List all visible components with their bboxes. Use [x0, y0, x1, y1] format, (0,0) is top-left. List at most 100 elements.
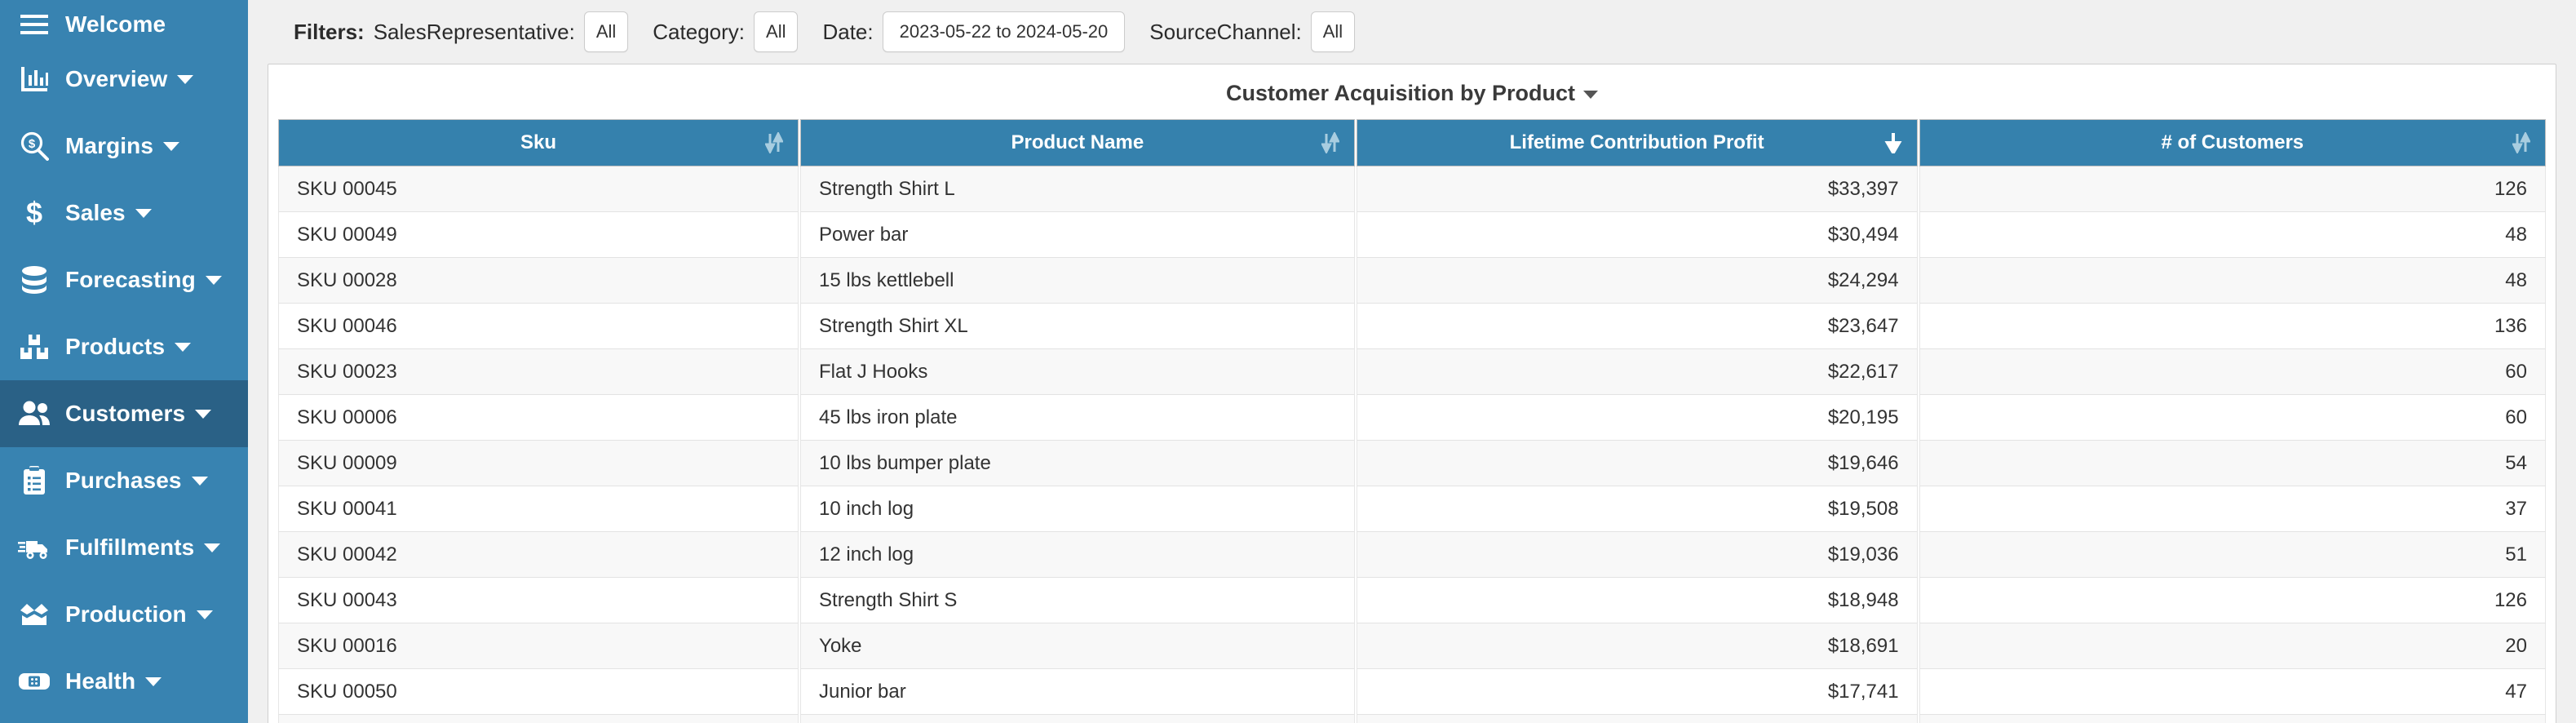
- chevron-down-icon[interactable]: [204, 543, 220, 552]
- sidebar-item-fulfillments[interactable]: Fulfillments: [0, 514, 248, 581]
- sidebar-item-production[interactable]: Production: [0, 581, 248, 648]
- table-row[interactable]: SKU 00046Strength Shirt XL$23,647136: [278, 304, 2546, 349]
- table-row[interactable]: SKU 0002815 lbs kettlebell$24,29448: [278, 258, 2546, 304]
- column-header-num-customers[interactable]: # of Customers: [1919, 119, 2546, 166]
- column-header-sku[interactable]: Sku: [278, 119, 799, 166]
- cell-num-customers: 136: [1919, 304, 2546, 349]
- sort-both-icon[interactable]: [1321, 132, 1339, 153]
- cell-sku: SKU 00043: [278, 578, 799, 623]
- band-aid-icon: [18, 665, 51, 698]
- cell-num-customers: 60: [1919, 349, 2546, 395]
- chevron-down-icon[interactable]: [163, 142, 179, 151]
- filters-title: Filters:: [294, 20, 365, 45]
- cell-lifetime-contribution-profit: $24,294: [1357, 258, 1918, 304]
- cell-product-name: 12 inch log: [800, 532, 1355, 578]
- sidebar-item-label: Overview: [65, 66, 167, 92]
- cell-lifetime-contribution-profit: $19,646: [1357, 441, 1918, 486]
- chevron-down-icon[interactable]: [192, 477, 208, 486]
- table-row[interactable]: SKU 00050Junior bar$17,74147: [278, 669, 2546, 715]
- sidebar-item-label: Products: [65, 334, 165, 360]
- table-row[interactable]: SKU 00016Yoke$18,69120: [278, 623, 2546, 669]
- sidebar-item-label: Sales: [65, 200, 126, 226]
- page-title[interactable]: Customer Acquisition by Product: [268, 64, 2556, 119]
- chevron-down-icon[interactable]: [135, 209, 152, 218]
- chevron-down-icon[interactable]: [1583, 91, 1598, 99]
- sidebar-brand[interactable]: Welcome: [0, 0, 248, 46]
- column-header-lifetime-contribution-profit[interactable]: Lifetime Contribution Profit: [1357, 119, 1918, 166]
- customer-acquisition-table: Sku Product Name: [277, 119, 2547, 723]
- cell-sku: SKU 00009: [278, 441, 799, 486]
- cell-lifetime-contribution-profit: $19,508: [1357, 486, 1918, 532]
- chevron-down-icon[interactable]: [145, 677, 162, 686]
- open-box-icon: [18, 598, 51, 631]
- cell-product-name: 10 inch log: [800, 486, 1355, 532]
- sidebar-item-sales[interactable]: $Sales: [0, 180, 248, 246]
- cell-product-name: Strength Shirt XL: [800, 304, 1355, 349]
- table-row[interactable]: SKU 0000910 lbs bumper plate$19,64654: [278, 441, 2546, 486]
- cell-sku: SKU 00045: [278, 166, 799, 212]
- app-root: Welcome Overview $ Margins $Sales Forecastin…: [0, 0, 2576, 723]
- cell-sku: SKU 00023: [278, 349, 799, 395]
- chevron-down-icon[interactable]: [195, 410, 211, 419]
- cell-num-customers: 48: [1919, 258, 2546, 304]
- sidebar-item-products[interactable]: Products: [0, 313, 248, 380]
- cell-lifetime-contribution-profit: $18,691: [1357, 623, 1918, 669]
- filter-label-sales-representative: SalesRepresentative:: [374, 20, 575, 45]
- sidebar-item-label: Margins: [65, 133, 153, 159]
- filter-date-range[interactable]: 2023-05-22 to 2024-05-20: [883, 11, 1126, 52]
- table-header: Sku Product Name: [278, 119, 2546, 166]
- sidebar-item-margins[interactable]: $ Margins: [0, 113, 248, 180]
- cell-product-name: 45 lbs iron plate: [800, 395, 1355, 441]
- filter-bar: Filters: SalesRepresentative: All Catego…: [248, 0, 2576, 64]
- filter-sales-representative[interactable]: All: [584, 11, 628, 52]
- table-row[interactable]: SKU 00023Flat J Hooks$22,61760: [278, 349, 2546, 395]
- sidebar-item-label: Production: [65, 601, 187, 628]
- cell-lifetime-contribution-profit: $20,195: [1357, 395, 1918, 441]
- sidebar-item-health[interactable]: Health: [0, 648, 248, 715]
- sort-both-icon[interactable]: [765, 132, 783, 153]
- chevron-down-icon[interactable]: [175, 343, 191, 352]
- sort-both-icon[interactable]: [2512, 132, 2530, 153]
- sidebar-item-label: Purchases: [65, 468, 182, 494]
- table-row[interactable]: SKU 00043Strength Shirt S$18,948126: [278, 578, 2546, 623]
- cell-num-customers: 37: [1919, 486, 2546, 532]
- column-header-num-customers-label: # of Customers: [2161, 131, 2304, 153]
- column-header-product-name[interactable]: Product Name: [800, 119, 1355, 166]
- svg-text:$: $: [29, 137, 36, 151]
- sidebar-item-forecasting[interactable]: Forecasting: [0, 246, 248, 313]
- cell-product-name: Junior bar: [800, 669, 1355, 715]
- cell-product-name: 15 lbs kettlebell: [800, 258, 1355, 304]
- table-row[interactable]: SKU 0004110 inch log$19,50837: [278, 486, 2546, 532]
- sidebar-item-purchases[interactable]: Purchases: [0, 447, 248, 514]
- sidebar-item-label: Forecasting: [65, 267, 196, 293]
- hamburger-menu-icon[interactable]: [18, 8, 51, 41]
- table-row[interactable]: SKU 00045Strength Shirt L$33,397126: [278, 166, 2546, 212]
- sidebar-item-customers[interactable]: Customers: [0, 380, 248, 447]
- filter-category[interactable]: All: [754, 11, 798, 52]
- cell-num-customers: 54: [1919, 441, 2546, 486]
- column-header-lifetime-contribution-profit-label: Lifetime Contribution Profit: [1510, 131, 1764, 153]
- boxes-icon: [18, 330, 51, 363]
- table-row[interactable]: SKU 0000645 lbs iron plate$20,19560: [278, 395, 2546, 441]
- cell-sku: SKU 00041: [278, 486, 799, 532]
- table-row[interactable]: [278, 715, 2546, 723]
- table-row[interactable]: SKU 0004212 inch log$19,03651: [278, 532, 2546, 578]
- cell-product-name: 10 lbs bumper plate: [800, 441, 1355, 486]
- cell-num-customers: [1919, 715, 2546, 723]
- cell-product-name: Strength Shirt L: [800, 166, 1355, 212]
- filter-label-category: Category:: [653, 20, 745, 45]
- cell-sku: SKU 00028: [278, 258, 799, 304]
- table-row[interactable]: SKU 00049Power bar$30,49448: [278, 212, 2546, 258]
- cell-sku: SKU 00042: [278, 532, 799, 578]
- sidebar-item-overview[interactable]: Overview: [0, 46, 248, 113]
- cell-product-name: Yoke: [800, 623, 1355, 669]
- cell-product-name: [800, 715, 1355, 723]
- chevron-down-icon[interactable]: [206, 276, 222, 285]
- cell-lifetime-contribution-profit: $30,494: [1357, 212, 1918, 258]
- filter-source-channel[interactable]: All: [1311, 11, 1355, 52]
- chevron-down-icon[interactable]: [177, 75, 193, 84]
- cell-sku: SKU 00016: [278, 623, 799, 669]
- table-body: SKU 00045Strength Shirt L$33,397126SKU 0…: [278, 166, 2546, 723]
- sort-descending-icon[interactable]: [1884, 132, 1902, 153]
- chevron-down-icon[interactable]: [197, 610, 213, 619]
